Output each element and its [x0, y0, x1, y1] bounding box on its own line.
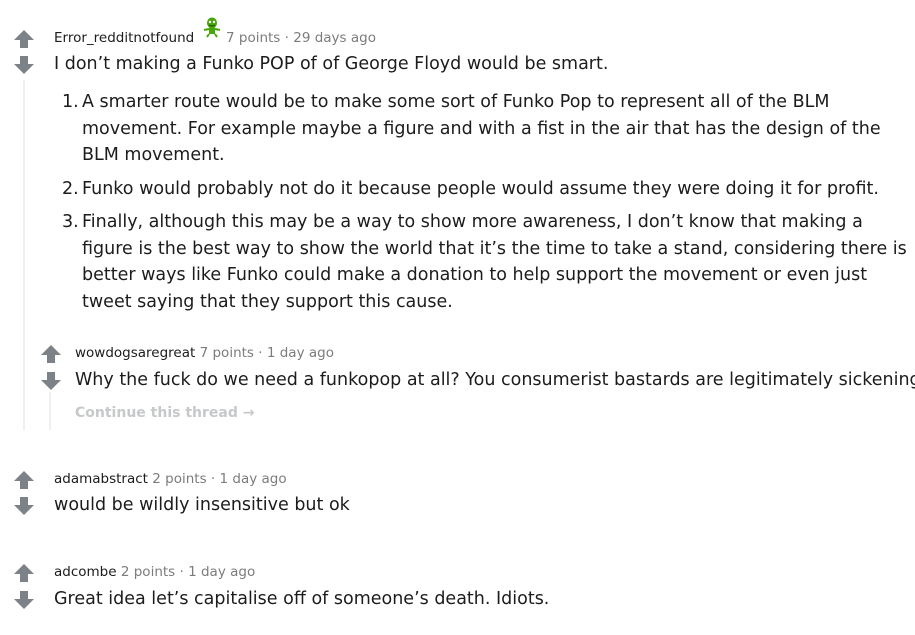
score: 7 points — [199, 345, 254, 361]
downvote-arrow-icon[interactable] — [12, 589, 36, 611]
list-item: 3. Finally, although this may be a way t… — [54, 209, 907, 315]
list-line: BLM movement. — [82, 145, 225, 165]
comment-body: Why the fuck do we need a funkopop at al… — [75, 370, 915, 390]
comment-meta: wowdogsaregreat 7 points · 1 day ago — [75, 344, 334, 362]
upvote-arrow-icon[interactable] — [12, 469, 36, 491]
author-link[interactable]: Error_redditnotfound — [54, 30, 194, 46]
upvote-arrow-icon[interactable] — [12, 28, 36, 50]
separator-dot: · — [179, 564, 184, 580]
upvote-arrow-icon[interactable] — [12, 562, 36, 584]
list-item: 2. Funko would probably not do it becaus… — [54, 176, 907, 203]
continue-thread-link[interactable]: Continue this thread → — [75, 405, 254, 421]
arrow-right-icon: → — [242, 405, 255, 421]
list-line: Finally, although this may be a way to s… — [82, 212, 863, 232]
list-item: 1. A smarter route would be to make some… — [54, 89, 907, 169]
author-link[interactable]: wowdogsaregreat — [75, 345, 195, 361]
timestamp[interactable]: 29 days ago — [293, 30, 376, 46]
score: 7 points — [226, 30, 281, 46]
thread-collapse-line[interactable] — [49, 392, 51, 430]
comment-meta: Error_redditnotfound — [54, 29, 194, 47]
downvote-arrow-icon[interactable] — [12, 54, 36, 76]
timestamp[interactable]: 1 day ago — [188, 564, 255, 580]
comment-meta: adcombe 2 points · 1 day ago — [54, 563, 255, 581]
continue-thread-label: Continue this thread — [75, 405, 238, 421]
numbered-list: 1. A smarter route would be to make some… — [54, 89, 907, 322]
list-line: Funko would probably not do it because p… — [82, 178, 879, 199]
separator-dot: · — [210, 471, 216, 487]
timestamp[interactable]: 1 day ago — [220, 471, 287, 487]
separator-dot: · — [258, 345, 263, 361]
comment-meta: adamabstract 2 points · 1 day ago — [54, 470, 287, 488]
downvote-arrow-icon[interactable] — [39, 370, 63, 392]
comment-body: would be wildly insensitive but ok — [54, 495, 350, 515]
comment-meta-right: 7 points · 29 days ago — [226, 29, 376, 47]
timestamp[interactable]: 1 day ago — [267, 345, 334, 361]
author-link[interactable]: adamabstract — [54, 471, 148, 487]
list-number: 3. — [62, 212, 79, 232]
list-line: tweet saying that they support this caus… — [82, 291, 453, 312]
score: 2 points — [120, 564, 176, 580]
list-line: figure is the best way to show the world… — [82, 238, 907, 259]
score: 2 points — [152, 471, 207, 487]
list-number: 1. — [62, 92, 79, 112]
author-link[interactable]: adcombe — [54, 564, 117, 580]
comment-body: I don’t making a Funko POP of of George … — [54, 54, 609, 74]
troll-flair-icon — [201, 16, 223, 38]
list-number: 2. — [62, 178, 79, 199]
downvote-arrow-icon[interactable] — [12, 495, 36, 517]
list-line: movement. For example maybe a figure and… — [82, 118, 881, 139]
list-line: A smarter route would be to make some so… — [82, 92, 830, 112]
upvote-arrow-icon[interactable] — [39, 343, 63, 365]
comment-body: Great idea let’s capitalise off of someo… — [54, 589, 550, 609]
list-line: better ways like Funko could make a dona… — [82, 265, 868, 285]
thread-collapse-line[interactable] — [23, 80, 25, 430]
separator-dot: · — [284, 30, 289, 46]
